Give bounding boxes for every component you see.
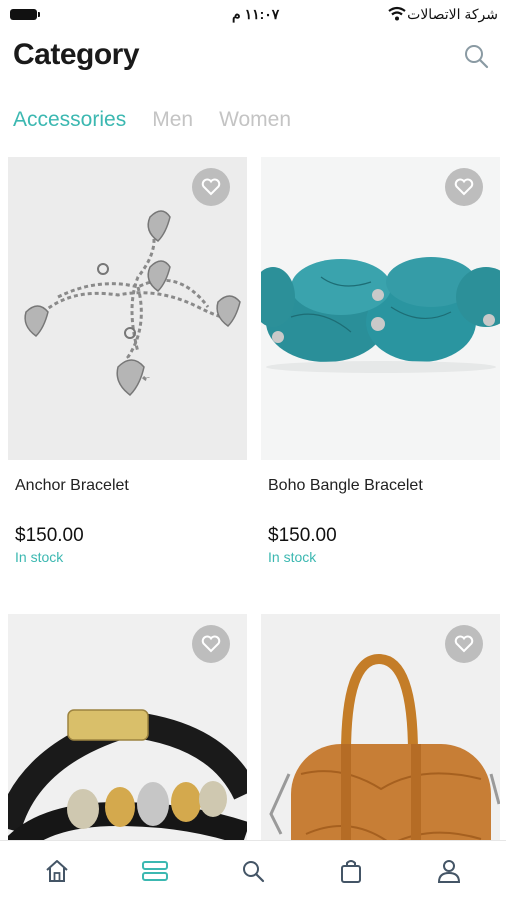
product-price: $150.00	[268, 525, 337, 546]
tab-men[interactable]: Men	[152, 108, 193, 132]
nav-search[interactable]	[233, 851, 273, 891]
nav-categories[interactable]	[135, 851, 175, 891]
nav-home[interactable]	[37, 851, 77, 891]
category-tabs: Accessories Men Women	[13, 108, 291, 132]
product-name: Boho Bangle Bracelet	[268, 477, 423, 494]
product-image-heart-charm-bracelet[interactable]	[8, 157, 247, 460]
product-image-turquoise-bead-bracelet[interactable]	[261, 157, 500, 460]
bottom-nav	[0, 840, 506, 900]
favorite-heart-icon[interactable]	[192, 625, 230, 663]
page-title: Category	[13, 38, 140, 71]
tab-women[interactable]: Women	[219, 108, 291, 132]
tab-accessories[interactable]: Accessories	[13, 108, 126, 132]
list-icon	[142, 860, 168, 881]
favorite-heart-icon[interactable]	[445, 168, 483, 206]
carrier-name: شركة الاتصالات	[407, 6, 498, 22]
favorite-heart-icon[interactable]	[192, 168, 230, 206]
wifi-icon	[388, 6, 406, 21]
nav-cart[interactable]	[331, 851, 371, 891]
home-icon	[46, 859, 68, 882]
stock-status: In stock	[268, 549, 317, 565]
nav-profile[interactable]	[429, 851, 469, 891]
product-card[interactable]: Anchor Bracelet $150.00 In stock	[8, 157, 247, 565]
search-icon	[243, 860, 265, 882]
bag-icon	[341, 859, 361, 883]
stock-status: In stock	[15, 549, 64, 565]
product-card[interactable]: Boho Bangle Bracelet $150.00 In stock	[261, 157, 500, 565]
status-time: ١١:٠٧ م	[232, 6, 280, 22]
user-icon	[437, 859, 461, 883]
product-price: $150.00	[15, 525, 84, 546]
product-name: Anchor Bracelet	[15, 477, 129, 494]
header: Category	[0, 36, 506, 80]
search-icon[interactable]	[462, 42, 490, 70]
status-bar: ١١:٠٧ م شركة الاتصالات	[0, 0, 506, 30]
battery-icon	[10, 9, 40, 20]
favorite-heart-icon[interactable]	[445, 625, 483, 663]
